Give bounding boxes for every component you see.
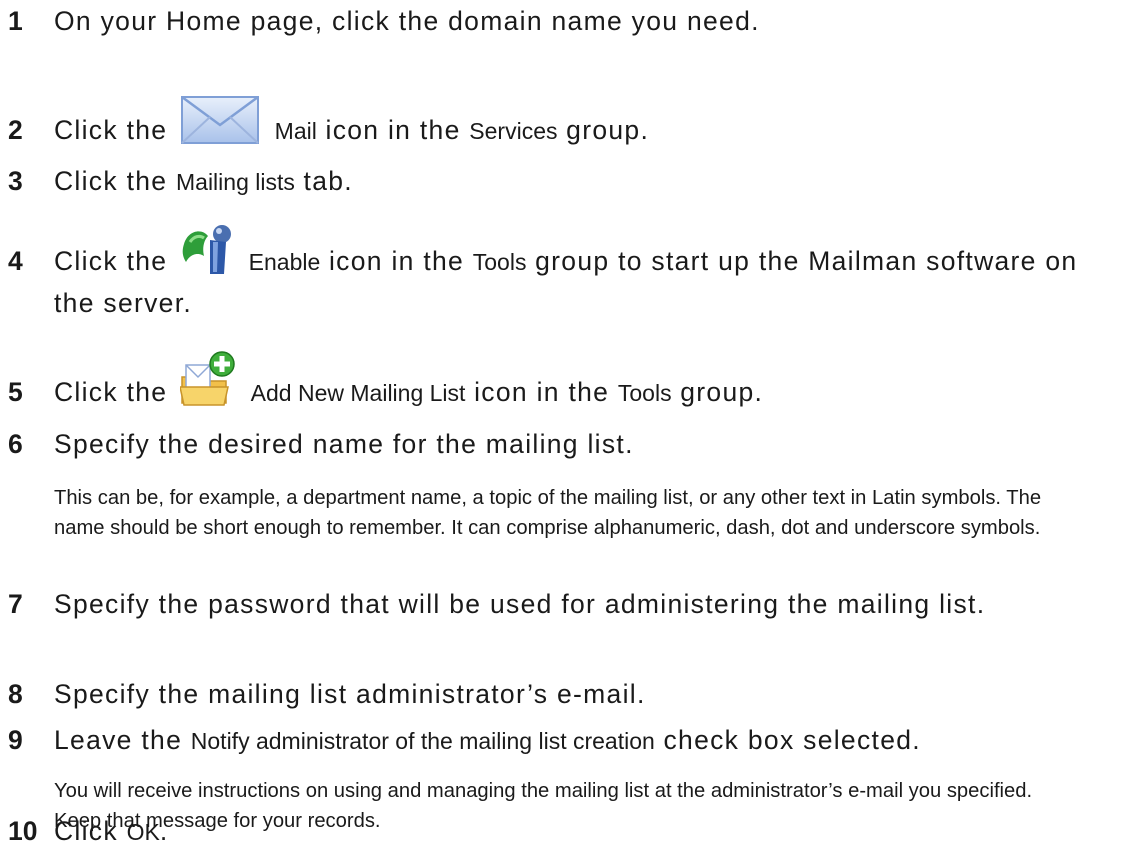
mail-envelope-icon	[180, 95, 260, 154]
step-text-post: group.	[566, 115, 650, 145]
ui-label-mail: Mail	[274, 118, 317, 144]
ui-label-notify-administrator: Notify administrator of the mailing list…	[190, 728, 655, 754]
step-text-pre: Leave the	[54, 725, 183, 755]
step-7: 7 Specify the password that will be used…	[8, 586, 1120, 622]
step-number: 3	[8, 166, 23, 196]
step-number: 1	[8, 6, 23, 36]
step-8: 8 Specify the mailing list administrator…	[8, 676, 1120, 712]
enable-mailman-icon	[180, 225, 234, 285]
step-number: 6	[8, 429, 23, 459]
step-1: 1 On your Home page, click the domain na…	[8, 3, 1120, 39]
step-text-pre: Click the	[54, 115, 168, 145]
ui-label-ok: OK	[126, 819, 160, 845]
step-text-pre: Click the	[54, 166, 168, 196]
step-text-mid: icon in the	[328, 246, 465, 276]
step-number: 9	[8, 725, 23, 755]
step-text-pre: Click	[54, 816, 118, 846]
step-text-pre: Click the	[54, 246, 168, 276]
step-2: 2 Click the Mail icon in the Services gr…	[8, 95, 1120, 154]
step-3: 3 Click the Mailing lists tab.	[8, 163, 1120, 200]
step-text: Specify the desired name for the mailing…	[54, 429, 634, 459]
step-number: 5	[8, 377, 23, 407]
ui-label-tools: Tools	[472, 249, 527, 275]
ui-label-enable: Enable	[248, 249, 321, 275]
step-text-post: tab.	[303, 166, 353, 196]
step-6-note: This can be, for example, a department n…	[54, 487, 1042, 539]
step-text-mid: icon in the	[474, 377, 610, 407]
step-4: 4 Click the Enable icon in the Tools gro…	[8, 225, 1120, 321]
ui-label-mailing-lists: Mailing lists	[176, 169, 295, 195]
ui-label-services: Services	[469, 118, 558, 144]
ui-label-tools: Tools	[617, 380, 672, 406]
step-9: 9 Leave the Notify administrator of the …	[8, 722, 1120, 759]
step-text-post: .	[159, 816, 169, 846]
step-number: 10	[8, 816, 38, 846]
add-folder-icon	[179, 351, 236, 416]
step-text: Specify the mailing list administrator’s…	[54, 679, 646, 709]
step-text-post: group.	[680, 377, 764, 407]
step-number: 8	[8, 679, 23, 709]
step-text-mid: icon in the	[325, 115, 461, 145]
step-6: 6 Specify the desired name for the maili…	[8, 426, 1120, 462]
step-text: On your Home page, click the domain name…	[54, 6, 760, 36]
step-text: Specify the password that will be used f…	[54, 589, 986, 619]
ui-label-add-new-mailing-list: Add New Mailing List	[250, 380, 466, 406]
step-number: 2	[8, 115, 23, 145]
step-text-pre: Click the	[54, 377, 168, 407]
step-number: 4	[8, 246, 23, 276]
step-number: 7	[8, 589, 23, 619]
step-10: 10 Click OK.	[8, 813, 1120, 850]
step-5: 5 Click the Add New Mailing List icon in…	[8, 351, 1120, 416]
step-text-post: check box selected.	[663, 725, 921, 755]
